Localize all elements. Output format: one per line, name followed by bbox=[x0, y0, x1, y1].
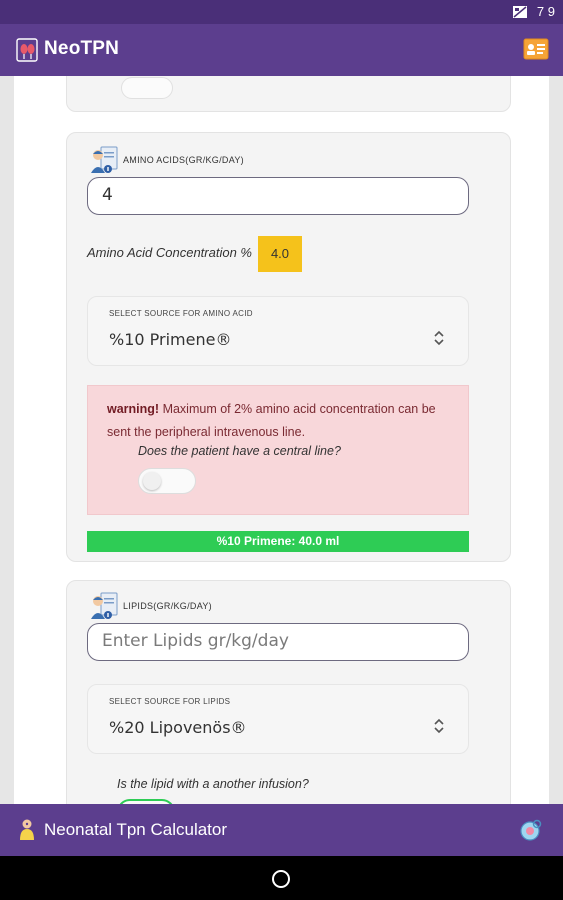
app-bar: NeoTPN bbox=[0, 24, 563, 76]
baby-icon bbox=[20, 819, 34, 840]
central-line-question: Does the patient have a central line? bbox=[138, 444, 341, 458]
doctor-clipboard-icon bbox=[91, 592, 118, 619]
main-content[interactable]: AMINO ACIDS(GR/KG/DAY) 4 Amino Acid Conc… bbox=[14, 76, 549, 804]
amino-result-bar: %10 Primene: 40.0 ml bbox=[87, 531, 469, 552]
central-line-toggle[interactable] bbox=[138, 468, 196, 494]
previous-toggle[interactable] bbox=[121, 77, 173, 99]
amino-source-value: %10 Primene® bbox=[109, 330, 232, 349]
system-nav-bar bbox=[0, 856, 563, 900]
kidney-logo-icon bbox=[16, 38, 38, 62]
status-indicators: 7 9 bbox=[512, 4, 555, 19]
amino-acid-header: AMINO ACIDS(GR/KG/DAY) bbox=[123, 155, 244, 165]
lipid-input[interactable]: Enter Lipids gr/kg/day bbox=[87, 623, 469, 661]
lipid-source-value: %20 Lipovenös® bbox=[109, 718, 247, 737]
id-card-icon[interactable] bbox=[523, 38, 549, 60]
amino-concentration-value: 4.0 bbox=[258, 236, 302, 272]
lipid-source-label: SELECT SOURCE FOR LIPIDS bbox=[109, 697, 231, 706]
warning-text: warning! Maximum of 2% amino acid concen… bbox=[107, 398, 452, 444]
bottom-title: Neonatal Tpn Calculator bbox=[44, 820, 228, 839]
lipid-infusion-question: Is the lipid with a another infusion? bbox=[117, 777, 309, 791]
amino-warning-alert: warning! Maximum of 2% amino acid concen… bbox=[87, 385, 469, 515]
lipid-source-select[interactable]: SELECT SOURCE FOR LIPIDS %20 Lipovenös® bbox=[87, 684, 469, 754]
lipid-card: LIPIDS(GR/KG/DAY) Enter Lipids gr/kg/day… bbox=[66, 580, 511, 804]
app-title: NeoTPN bbox=[44, 38, 120, 59]
status-bar: 7 9 bbox=[0, 0, 563, 24]
amino-acid-card: AMINO ACIDS(GR/KG/DAY) 4 Amino Acid Conc… bbox=[66, 132, 511, 562]
amino-source-label: SELECT SOURCE FOR AMINO ACID bbox=[109, 309, 253, 318]
amino-concentration-label: Amino Acid Concentration % bbox=[87, 245, 252, 260]
chevron-updown-icon bbox=[434, 718, 444, 734]
amino-acid-input[interactable]: 4 bbox=[87, 177, 469, 215]
lipid-header: LIPIDS(GR/KG/DAY) bbox=[123, 601, 212, 611]
previous-card bbox=[66, 76, 511, 112]
doctor-clipboard-icon bbox=[91, 146, 118, 173]
notification-icon bbox=[512, 5, 527, 18]
chevron-updown-icon bbox=[434, 330, 444, 346]
amino-source-select[interactable]: SELECT SOURCE FOR AMINO ACID %10 Primene… bbox=[87, 296, 469, 366]
pacifier-icon[interactable] bbox=[517, 818, 543, 844]
bottom-bar: Neonatal Tpn Calculator bbox=[0, 804, 563, 856]
status-time: 7 9 bbox=[536, 4, 555, 19]
warning-title: warning! bbox=[107, 402, 160, 416]
home-button[interactable] bbox=[272, 870, 290, 888]
